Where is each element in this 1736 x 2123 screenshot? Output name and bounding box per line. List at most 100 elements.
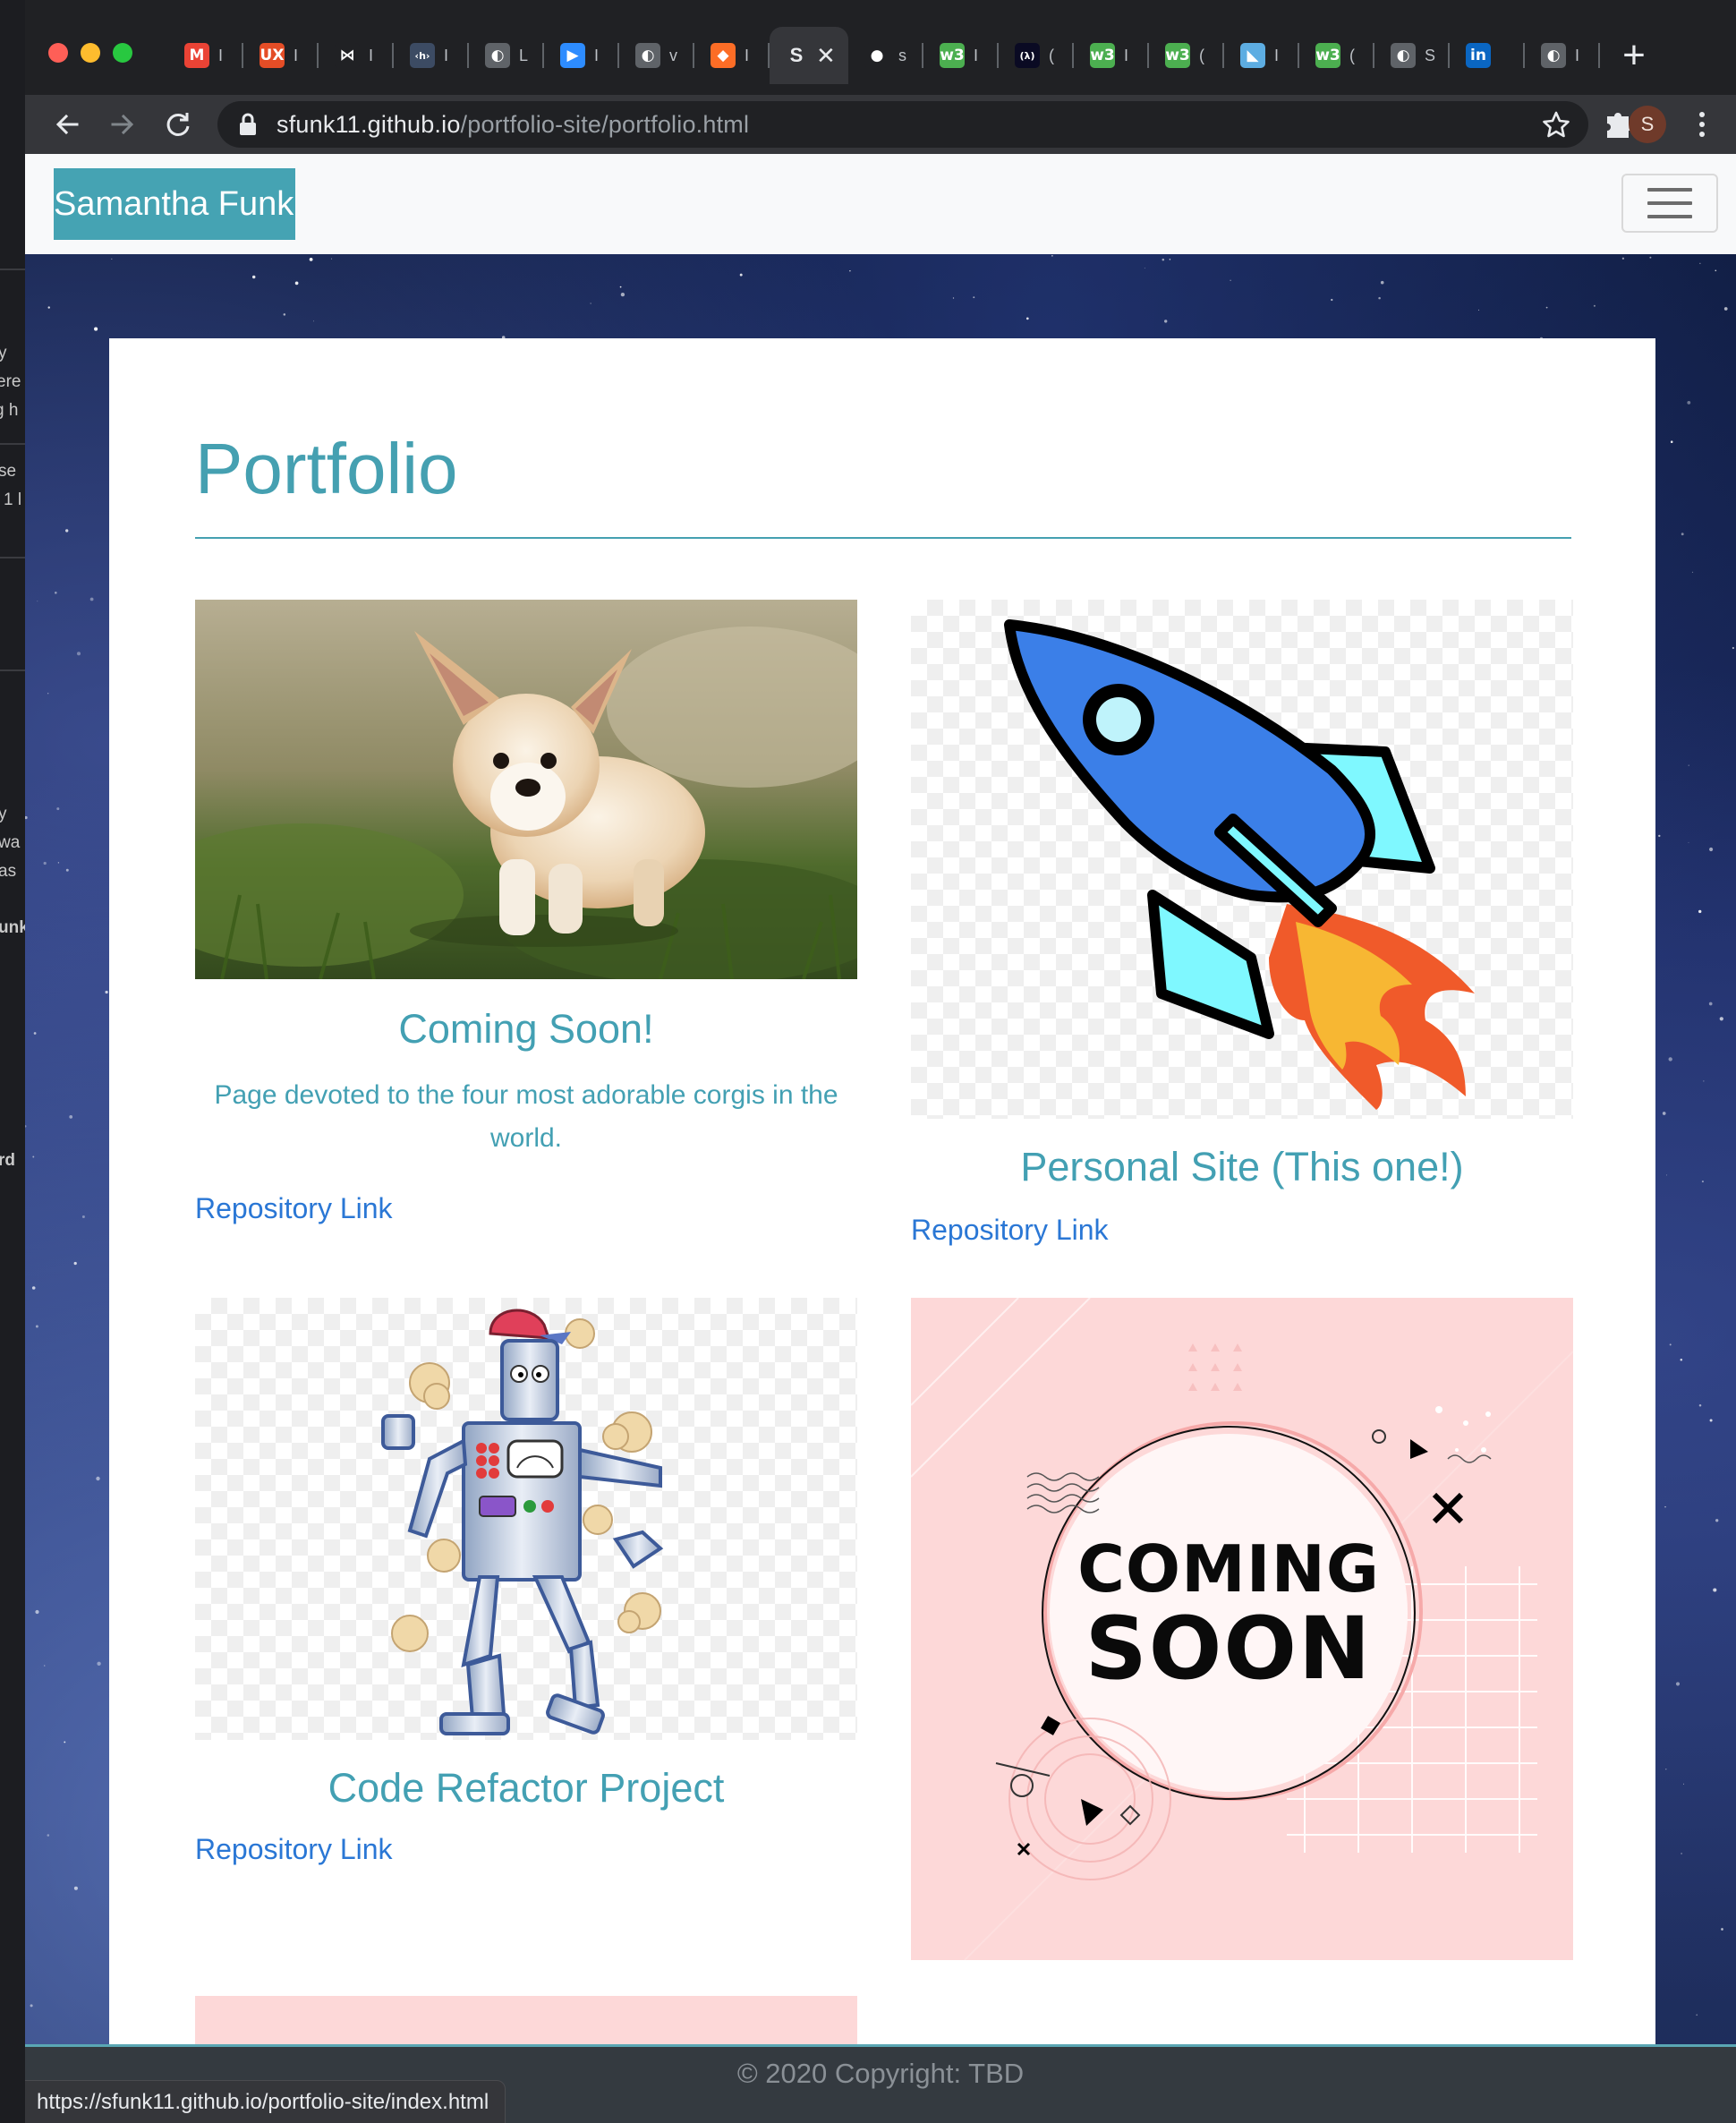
portfolio-item-code-refactor: Code Refactor Project Repository Link: [195, 1298, 857, 1924]
browser-tab[interactable]: ◆ I: [694, 27, 770, 84]
arrow-right-icon: [111, 114, 134, 135]
background-text: as: [0, 862, 17, 881]
window-close-button[interactable]: [48, 43, 68, 63]
rocket-image[interactable]: [911, 600, 1573, 1119]
coming-soon-heading-top: COMING: [1077, 1531, 1380, 1607]
robot-image[interactable]: [195, 1298, 857, 1740]
w3-icon: w3: [1165, 43, 1190, 68]
url-text: sfunk11.github.io/portfolio-site/portfol…: [277, 111, 749, 139]
tab-title: (: [1199, 46, 1204, 64]
divider: [0, 557, 25, 558]
browser-tab[interactable]: ▶ I: [544, 27, 619, 84]
divider: [0, 269, 25, 270]
browser-tab[interactable]: ◐ v: [619, 27, 694, 84]
w3-icon: w3: [1090, 43, 1115, 68]
status-url-bubble: https://sfunk11.github.io/portfolio-site…: [25, 2080, 506, 2123]
forward-button[interactable]: [100, 102, 145, 147]
repository-link[interactable]: Repository Link: [195, 1833, 393, 1866]
browser-tab[interactable]: (λ) (: [999, 27, 1074, 84]
divider: [0, 443, 25, 445]
background-window: y ere g h se 1 l y wa as unk rd: [0, 0, 25, 2123]
browser-tab[interactable]: ◣ I: [1224, 27, 1299, 84]
browser-tab[interactable]: MI: [168, 27, 243, 84]
repository-link[interactable]: Repository Link: [195, 1192, 393, 1225]
browser-tab[interactable]: in: [1450, 27, 1525, 84]
gitlab-icon: ◆: [711, 43, 736, 68]
linkedin-icon: in: [1466, 43, 1491, 68]
gmail-icon: M: [184, 43, 209, 68]
portfolio-card: Portfolio Coming Soon! Page devoted to t…: [109, 338, 1655, 2123]
coming-soon-heading-bottom: SOON: [1085, 1599, 1373, 1699]
browser-tab[interactable]: ● s: [848, 27, 923, 84]
corgi-image[interactable]: [195, 600, 857, 979]
navbar-toggler-button[interactable]: [1621, 174, 1718, 233]
background-text: se: [0, 462, 17, 481]
item-description: Page devoted to the four most adorable c…: [214, 1080, 838, 1153]
browser-tab[interactable]: ◐ L: [469, 27, 544, 84]
address-bar[interactable]: sfunk11.github.io/portfolio-site/portfol…: [217, 101, 1588, 148]
zoom-icon: ▶: [560, 43, 585, 68]
item-title: Code Refactor Project: [328, 1765, 725, 1811]
browser-tab[interactable]: ⋈ I: [319, 27, 394, 84]
tab-title: I: [745, 46, 750, 64]
background-text: wa: [0, 833, 21, 852]
edx-icon: ◣: [1240, 43, 1265, 68]
new-tab-button[interactable]: +: [1609, 29, 1659, 82]
tab-title: I: [1575, 46, 1580, 64]
profile-avatar[interactable]: S: [1629, 106, 1666, 143]
tab-title: I: [1124, 46, 1129, 64]
site-icon: S: [789, 44, 804, 66]
background-text: g h: [0, 401, 19, 420]
background-text: unk: [0, 918, 25, 937]
code-icon: ‹h›: [410, 43, 435, 68]
bookmark-star-icon[interactable]: [1542, 110, 1570, 143]
ux-icon: UX: [260, 43, 285, 68]
globe-icon: ◐: [1541, 43, 1566, 68]
window-minimize-button[interactable]: [81, 43, 100, 63]
tab-list: M I UX I ⋈ I ‹h› I ◐ L ▶ I ◐ v ◆ I S ✕ ● s w3 I (λ)(w3 Iw3(◣ Iw3…: [168, 27, 1600, 84]
bowtie-icon: ⋈: [335, 43, 360, 68]
background-text: y: [0, 805, 7, 823]
browser-tab[interactable]: ‹h› I: [394, 27, 469, 84]
browser-tab[interactable]: UX I: [243, 27, 319, 84]
browser-menu-icon[interactable]: [1691, 106, 1713, 143]
window-maximize-button[interactable]: [113, 43, 132, 63]
item-title: Coming Soon!: [398, 1006, 654, 1052]
browser-tab[interactable]: ◐ I: [1525, 27, 1600, 84]
portfolio-item-corgi: Coming Soon! Page devoted to the four mo…: [195, 600, 857, 1244]
browser-tab[interactable]: w3 I: [1074, 27, 1149, 84]
globe-icon: ◐: [485, 43, 510, 68]
tab-title: I: [974, 46, 979, 64]
browser-tab[interactable]: w3 (: [1299, 27, 1374, 84]
item-title: Personal Site (This one!): [1020, 1144, 1464, 1189]
back-button[interactable]: [45, 102, 89, 147]
tab-title: I: [1274, 46, 1280, 64]
tab-strip: M I UX I ⋈ I ‹h› I ◐ L ▶ I ◐ v ◆ I S ✕ ● s w3 I (λ)(w3 Iw3(◣ Iw3…: [25, 0, 1736, 95]
brand-link[interactable]: Samantha Funk: [54, 168, 295, 240]
browser-tab[interactable]: w3 (: [1149, 27, 1224, 84]
divider: [0, 669, 25, 671]
browser-tab[interactable]: ◐ S: [1374, 27, 1450, 84]
reload-icon: [166, 113, 190, 136]
tab-title: s: [898, 46, 906, 64]
globe-icon: ◐: [635, 43, 660, 68]
coming-soon-image[interactable]: COMING SOON: [911, 1298, 1573, 1960]
lock-icon: [239, 112, 260, 137]
reload-button[interactable]: [156, 102, 200, 147]
tab-close-icon[interactable]: ✕: [816, 42, 836, 70]
globe-icon: ◐: [1391, 43, 1416, 68]
tab-title: I: [444, 46, 449, 64]
background-text: 1 l: [4, 490, 22, 509]
tab-title: I: [294, 46, 299, 64]
tab-title: (: [1349, 46, 1355, 64]
browser-tab[interactable]: w3 I: [923, 27, 999, 84]
tab-title: S: [1425, 46, 1436, 64]
browser-tab[interactable]: S ✕: [770, 27, 848, 84]
next-item-image[interactable]: [195, 1996, 857, 2050]
w3-icon: w3: [940, 43, 965, 68]
repository-link[interactable]: Repository Link: [911, 1214, 1109, 1247]
background-text: y: [0, 344, 7, 362]
github-icon: ●: [864, 43, 889, 68]
browser-toolbar: sfunk11.github.io/portfolio-site/portfol…: [25, 95, 1736, 154]
tab-title: v: [669, 46, 677, 64]
